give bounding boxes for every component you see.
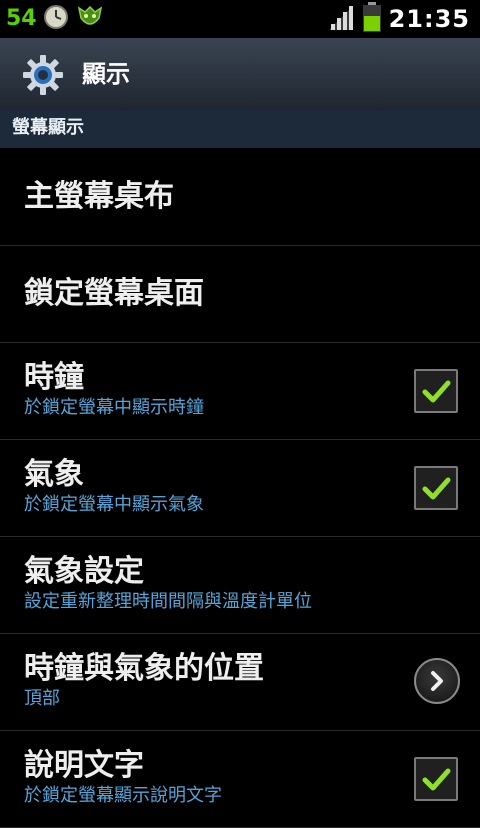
chevron-right-button[interactable] xyxy=(414,658,460,704)
battery-icon xyxy=(362,2,381,36)
setting-title: 鎖定螢幕桌面 xyxy=(24,276,204,311)
section-header-label: 螢幕顯示 xyxy=(12,117,84,138)
section-header: 螢幕顯示 xyxy=(0,110,480,148)
setting-subtitle: 頂部 xyxy=(24,688,60,709)
setting-subtitle: 設定重新整理時間間隔與溫度計單位 xyxy=(24,591,312,612)
status-bar-right: 21:35 xyxy=(327,2,470,36)
signal-icon xyxy=(327,4,355,34)
setting-clock-weather-position[interactable]: 時鐘與氣象的位置 頂部 xyxy=(0,634,480,731)
status-time: 21:35 xyxy=(388,5,470,33)
setting-title: 主螢幕桌布 xyxy=(24,179,174,214)
setting-lock-wallpaper[interactable]: 鎖定螢幕桌面 xyxy=(0,246,480,343)
setting-subtitle: 於鎖定螢幕顯示說明文字 xyxy=(24,785,222,806)
checkmark-icon xyxy=(422,768,451,791)
setting-subtitle: 於鎖定螢幕中顯示時鐘 xyxy=(24,397,204,418)
app-notification-icon xyxy=(75,4,105,34)
clock-icon xyxy=(43,4,69,34)
clock-checkbox[interactable] xyxy=(414,369,458,413)
weather-checkbox[interactable] xyxy=(414,466,458,510)
gear-icon xyxy=(22,54,64,96)
status-bar: 54 21:35 xyxy=(0,0,480,38)
status-bar-left: 54 xyxy=(6,2,105,36)
checkmark-icon xyxy=(422,477,451,500)
title-bar: 顯示 xyxy=(0,38,480,111)
setting-subtitle: 於鎖定螢幕中顯示氣象 xyxy=(24,494,204,515)
setting-clock[interactable]: 時鐘 於鎖定螢幕中顯示時鐘 xyxy=(0,343,480,440)
checkmark-icon xyxy=(422,380,451,403)
caption-checkbox[interactable] xyxy=(414,757,458,801)
page-title: 顯示 xyxy=(82,60,130,88)
setting-title: 氣象設定 xyxy=(24,554,144,589)
setting-title: 說明文字 xyxy=(24,748,144,783)
setting-title: 時鐘與氣象的位置 xyxy=(24,651,264,686)
setting-weather-settings[interactable]: 氣象設定 設定重新整理時間間隔與溫度計單位 xyxy=(0,537,480,634)
setting-title: 時鐘 xyxy=(24,360,84,395)
setting-caption-text[interactable]: 說明文字 於鎖定螢幕顯示說明文字 xyxy=(0,731,480,828)
chevron-right-icon xyxy=(431,671,443,691)
setting-home-wallpaper[interactable]: 主螢幕桌布 xyxy=(0,149,480,246)
setting-title: 氣象 xyxy=(24,457,84,492)
notification-count: 54 xyxy=(6,6,37,31)
setting-weather[interactable]: 氣象 於鎖定螢幕中顯示氣象 xyxy=(0,440,480,537)
